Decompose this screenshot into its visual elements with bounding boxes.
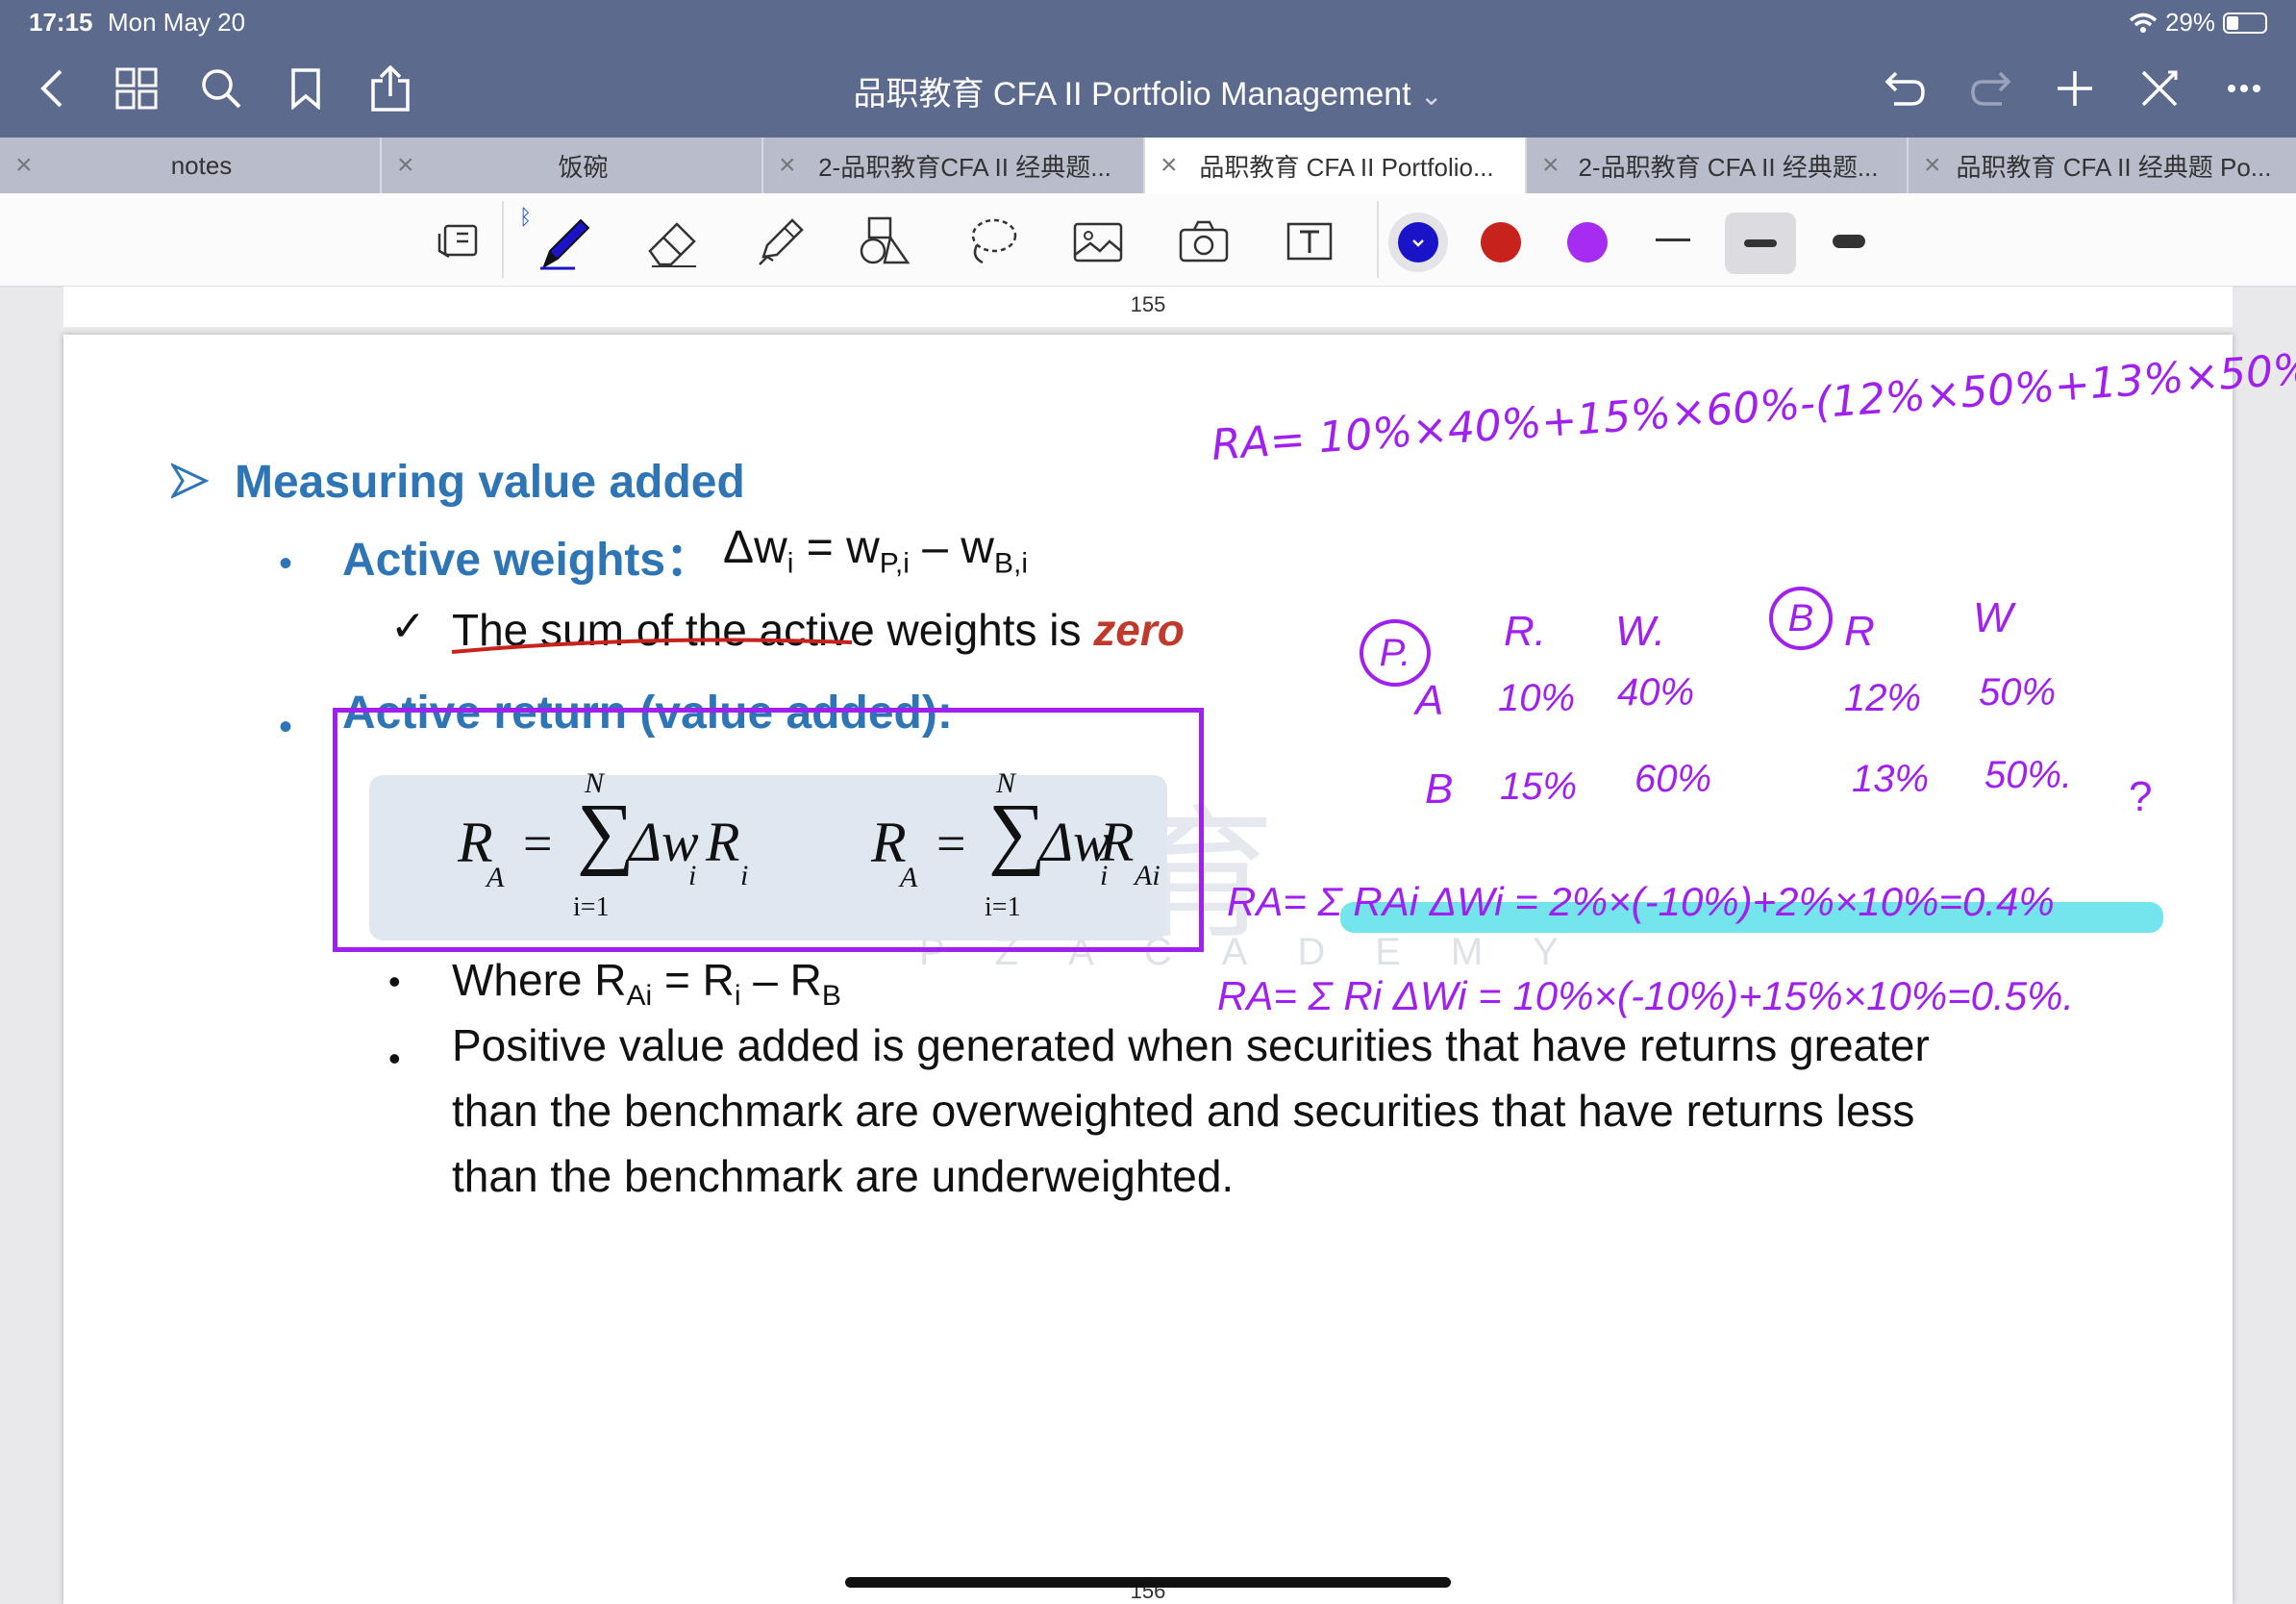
color-swatch-purple[interactable] xyxy=(1567,222,1608,263)
tab-classic-questions-2[interactable]: × 2-品职教育 CFA II 经典题... xyxy=(1527,138,1909,193)
text-box-icon xyxy=(1286,222,1333,261)
close-icon[interactable]: × xyxy=(1160,149,1178,182)
pen-tool-button[interactable] xyxy=(535,213,596,270)
read-mode-button[interactable] xyxy=(427,213,488,270)
eraser-tool-button[interactable] xyxy=(642,213,704,270)
shapes-tool-button[interactable] xyxy=(854,213,915,270)
tab-label: notes xyxy=(170,150,233,180)
home-indicator[interactable] xyxy=(845,1577,1451,1588)
tab-portfolio-management[interactable]: × 品职教育 CFA II Portfolio... xyxy=(1145,138,1527,193)
close-icon[interactable]: × xyxy=(1542,149,1560,182)
stroke-thick-button[interactable] xyxy=(1833,235,1865,248)
handwriting-row-a: A xyxy=(1415,677,1444,724)
pdf-page[interactable]: 品职教育 PZACADEMY Measuring value added • A… xyxy=(63,332,2296,1604)
close-icon[interactable]: × xyxy=(15,149,33,182)
tab-notes[interactable]: × notes xyxy=(0,138,382,193)
camera-icon xyxy=(1179,220,1229,263)
page-number-top: 155 xyxy=(1130,292,1166,316)
tab-label: 2-品职教育CFA II 经典题... xyxy=(818,152,1111,182)
chevron-down-icon xyxy=(1412,239,1424,247)
handwriting-b-w2: 50%. xyxy=(1984,754,2073,796)
stroke-thin-button[interactable] xyxy=(1656,238,1690,241)
stroke-medium-button[interactable] xyxy=(1725,213,1796,274)
lasso-icon xyxy=(971,218,1017,264)
handwriting-question: ? xyxy=(2129,773,2153,820)
status-indicators: 29% xyxy=(2129,8,2267,38)
bluetooth-icon: ᛒ xyxy=(519,205,533,229)
text-tool-button[interactable] xyxy=(1279,213,1340,270)
tab-classic-questions-1[interactable]: × 2-品职教育CFA II 经典题... xyxy=(763,138,1145,193)
stroke-medium-sample xyxy=(1744,239,1777,247)
battery-icon xyxy=(2223,12,2267,34)
tools-button[interactable] xyxy=(2133,62,2186,115)
redo-button[interactable] xyxy=(1963,62,2017,115)
shapes-icon xyxy=(860,216,911,264)
handwriting-line-2: RA= Σ RAi ΔWi = 2%×(-10%)+2%×10%=0.4% xyxy=(1227,879,2055,924)
eraser-icon xyxy=(648,222,696,267)
toolbar-divider xyxy=(502,201,504,278)
highlighter-icon xyxy=(759,218,804,265)
more-icon xyxy=(2228,85,2260,92)
tab-label: 品职教育 CFA II 经典题 Po... xyxy=(1956,152,2272,182)
tab-bar: × notes × 饭碗 × 2-品职教育CFA II 经典题... × 品职教育 CF… xyxy=(0,138,2296,193)
navigation-bar: 17:15 Mon May 20 29% 品职教育 CFA II Portfol… xyxy=(0,0,2296,138)
color-swatch-blue[interactable] xyxy=(1398,222,1438,263)
handwriting-a-r2: 12% xyxy=(1844,677,1922,719)
highlighter-tool-button[interactable] xyxy=(750,213,811,270)
handwriting-row-b: B xyxy=(1425,765,1454,813)
handwriting-col-r2: R xyxy=(1844,608,1875,655)
tab-label: 饭碗 xyxy=(558,152,609,182)
undo-button[interactable] xyxy=(1879,62,1933,115)
tools-icon xyxy=(2141,70,2178,107)
tab-label: 品职教育 CFA II Portfolio... xyxy=(1199,152,1494,182)
close-icon[interactable]: × xyxy=(1924,149,1941,182)
camera-tool-button[interactable] xyxy=(1173,213,1235,270)
status-date: Mon May 20 xyxy=(108,8,246,37)
chevron-down-icon: ⌄ xyxy=(1420,81,1443,111)
handwriting-line-3: RA= Σ Ri ΔWi = 10%×(-10%)+15%×10%=0.5%. xyxy=(1217,973,2075,1018)
document-title-text: 品职教育 CFA II Portfolio Management xyxy=(853,76,1411,113)
handwriting-a-w2: 50% xyxy=(1979,671,2057,714)
handwriting-a-r: 10% xyxy=(1498,677,1576,719)
tab-fanwan[interactable]: × 饭碗 xyxy=(382,138,763,193)
undo-icon xyxy=(1884,71,1925,106)
redo-icon xyxy=(1971,71,2011,106)
document-title[interactable]: 品职教育 CFA II Portfolio Management ⌄ xyxy=(0,67,2296,114)
color-swatch-red[interactable] xyxy=(1481,222,1521,263)
add-page-button[interactable] xyxy=(2048,62,2102,115)
status-time: 17:15 xyxy=(29,8,93,37)
tab-classic-questions-po[interactable]: × 品职教育 CFA II 经典题 Po... xyxy=(1909,138,2296,193)
handwriting-b-r: 15% xyxy=(1500,765,1578,808)
read-mode-icon xyxy=(437,224,478,259)
more-button[interactable] xyxy=(2217,62,2271,115)
handwriting-a-w: 40% xyxy=(1617,671,1695,714)
wifi-icon xyxy=(2129,13,2158,33)
handwriting-b-circle: B xyxy=(1769,587,1833,650)
image-tool-button[interactable] xyxy=(1067,213,1129,270)
handwriting-col-w2: W xyxy=(1973,594,2013,641)
battery-percent: 29% xyxy=(2164,8,2215,37)
handwriting-col-w: W. xyxy=(1615,608,1666,655)
ink-annotations[interactable] xyxy=(63,335,2233,1604)
close-icon[interactable]: × xyxy=(397,149,414,182)
toolbar-divider xyxy=(1377,201,1379,278)
close-icon[interactable]: × xyxy=(779,149,796,182)
handwriting-col-r: R. xyxy=(1504,608,1546,655)
plus-icon xyxy=(2058,71,2092,106)
pen-icon xyxy=(540,218,590,270)
handwriting-b-w: 60% xyxy=(1635,758,1712,800)
tab-label: 2-品职教育 CFA II 经典题... xyxy=(1578,152,1879,182)
handwriting-b-r2: 13% xyxy=(1852,758,1930,800)
annotation-toolbar: ᛒ xyxy=(0,193,2296,288)
image-icon xyxy=(1073,222,1123,263)
lasso-tool-button[interactable] xyxy=(961,213,1023,270)
